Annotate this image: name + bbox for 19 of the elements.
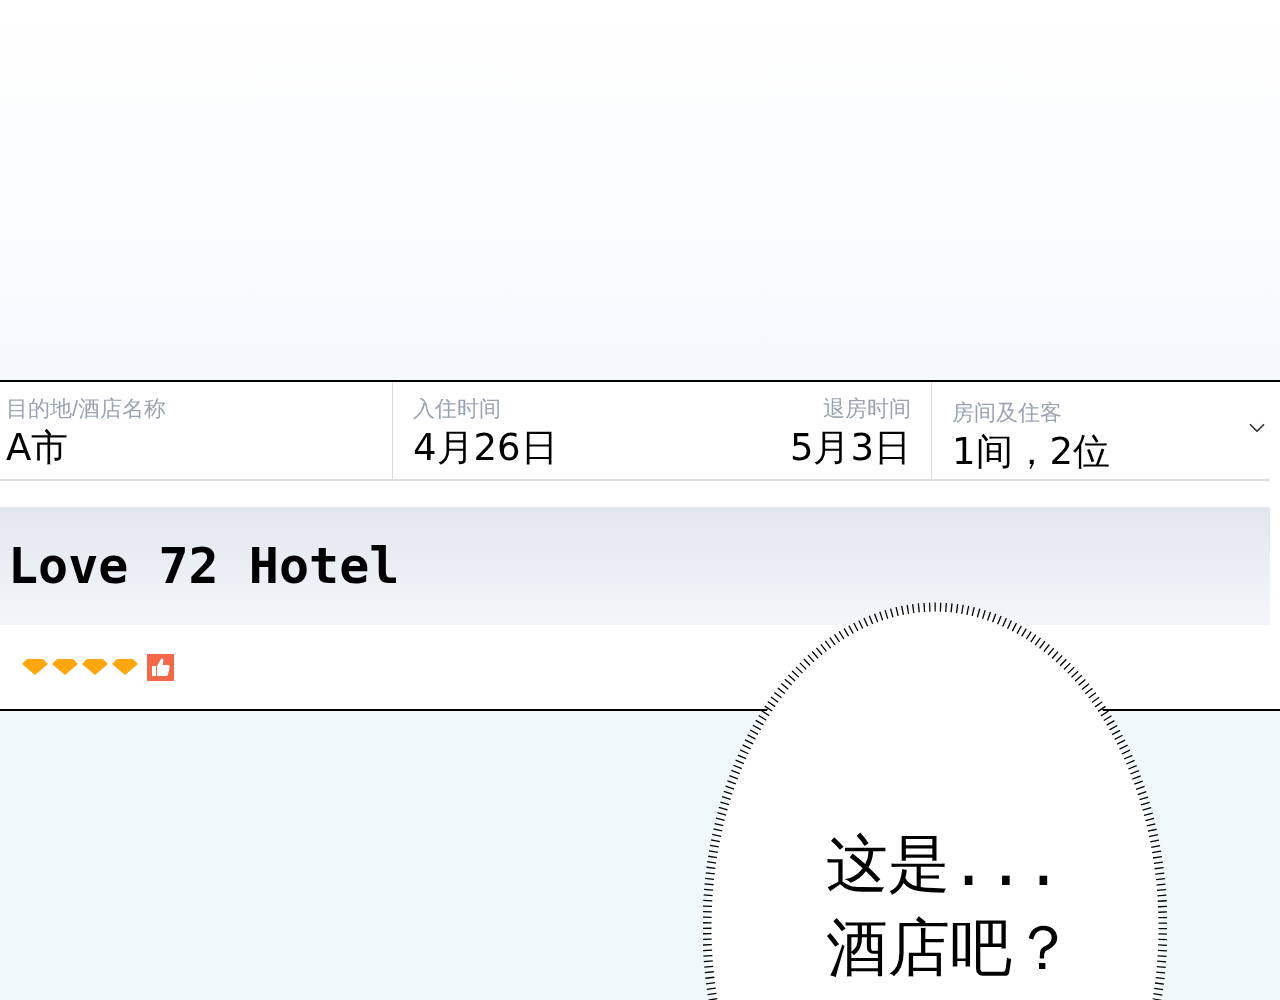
diamond-icon bbox=[22, 659, 48, 675]
field-label: 退房时间 bbox=[823, 395, 911, 423]
field-value: 1间，2位 bbox=[952, 428, 1111, 475]
diamond-icon bbox=[52, 659, 78, 675]
field-value: A市 bbox=[6, 425, 69, 471]
check-out-field[interactable]: 退房时间 5月3日 bbox=[789, 382, 911, 479]
field-value: 5月3日 bbox=[789, 425, 911, 471]
field-label: 入住时间 bbox=[413, 395, 501, 423]
check-in-field[interactable]: 入住时间 4月26日 bbox=[413, 382, 558, 479]
destination-field[interactable]: 目的地/酒店名称 A市 bbox=[6, 382, 392, 472]
field-label: 房间及住客 bbox=[952, 398, 1062, 427]
speech-bubble-text: 这是... 酒店吧？ bbox=[826, 826, 1074, 986]
diamond-icon bbox=[112, 659, 138, 675]
hotel-name: Love 72 Hotel bbox=[8, 541, 400, 591]
thumbs-up-icon bbox=[147, 653, 174, 681]
rooms-guests-field[interactable]: 房间及住客 1间，2位 bbox=[952, 385, 1111, 476]
field-value: 4月26日 bbox=[413, 425, 558, 471]
field-label: 目的地/酒店名称 bbox=[6, 395, 167, 423]
diamond-icon bbox=[82, 659, 108, 675]
